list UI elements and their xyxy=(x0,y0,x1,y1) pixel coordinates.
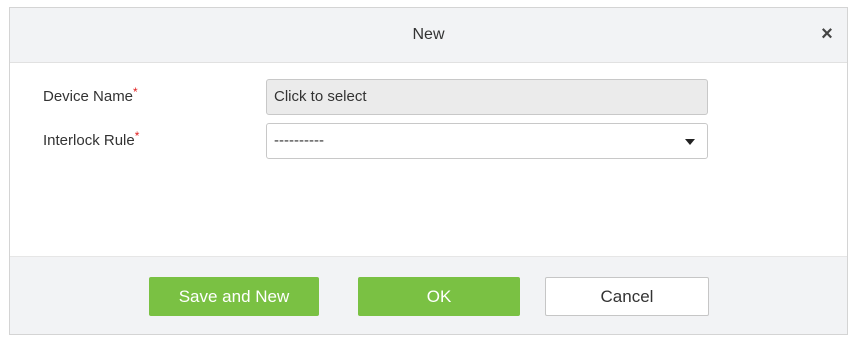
device-name-field[interactable]: Click to select xyxy=(266,79,708,115)
device-name-row: Device Name* Click to select xyxy=(10,79,847,115)
interlock-rule-label: Interlock Rule* xyxy=(43,123,139,159)
device-name-label-text: Device Name xyxy=(43,88,134,105)
save-and-new-button[interactable]: Save and New xyxy=(149,277,319,316)
dialog-titlebar: New × xyxy=(10,8,847,63)
interlock-rule-label-text: Interlock Rule xyxy=(43,132,135,149)
close-icon[interactable]: × xyxy=(815,22,839,46)
required-mark: * xyxy=(133,85,138,99)
new-dialog: New × Device Name* Click to select Inter… xyxy=(9,7,848,335)
dialog-footer: Save and New OK Cancel xyxy=(10,256,847,334)
interlock-rule-select[interactable]: ---------- xyxy=(266,123,708,159)
device-name-label: Device Name* xyxy=(43,79,138,115)
ok-button[interactable]: OK xyxy=(358,277,520,316)
dialog-title: New xyxy=(412,26,445,43)
cancel-button[interactable]: Cancel xyxy=(545,277,709,316)
interlock-rule-row: Interlock Rule* ---------- xyxy=(10,123,847,159)
required-mark: * xyxy=(134,129,140,143)
caret-down-icon xyxy=(685,139,695,145)
interlock-rule-selected-value: ---------- xyxy=(274,132,324,149)
